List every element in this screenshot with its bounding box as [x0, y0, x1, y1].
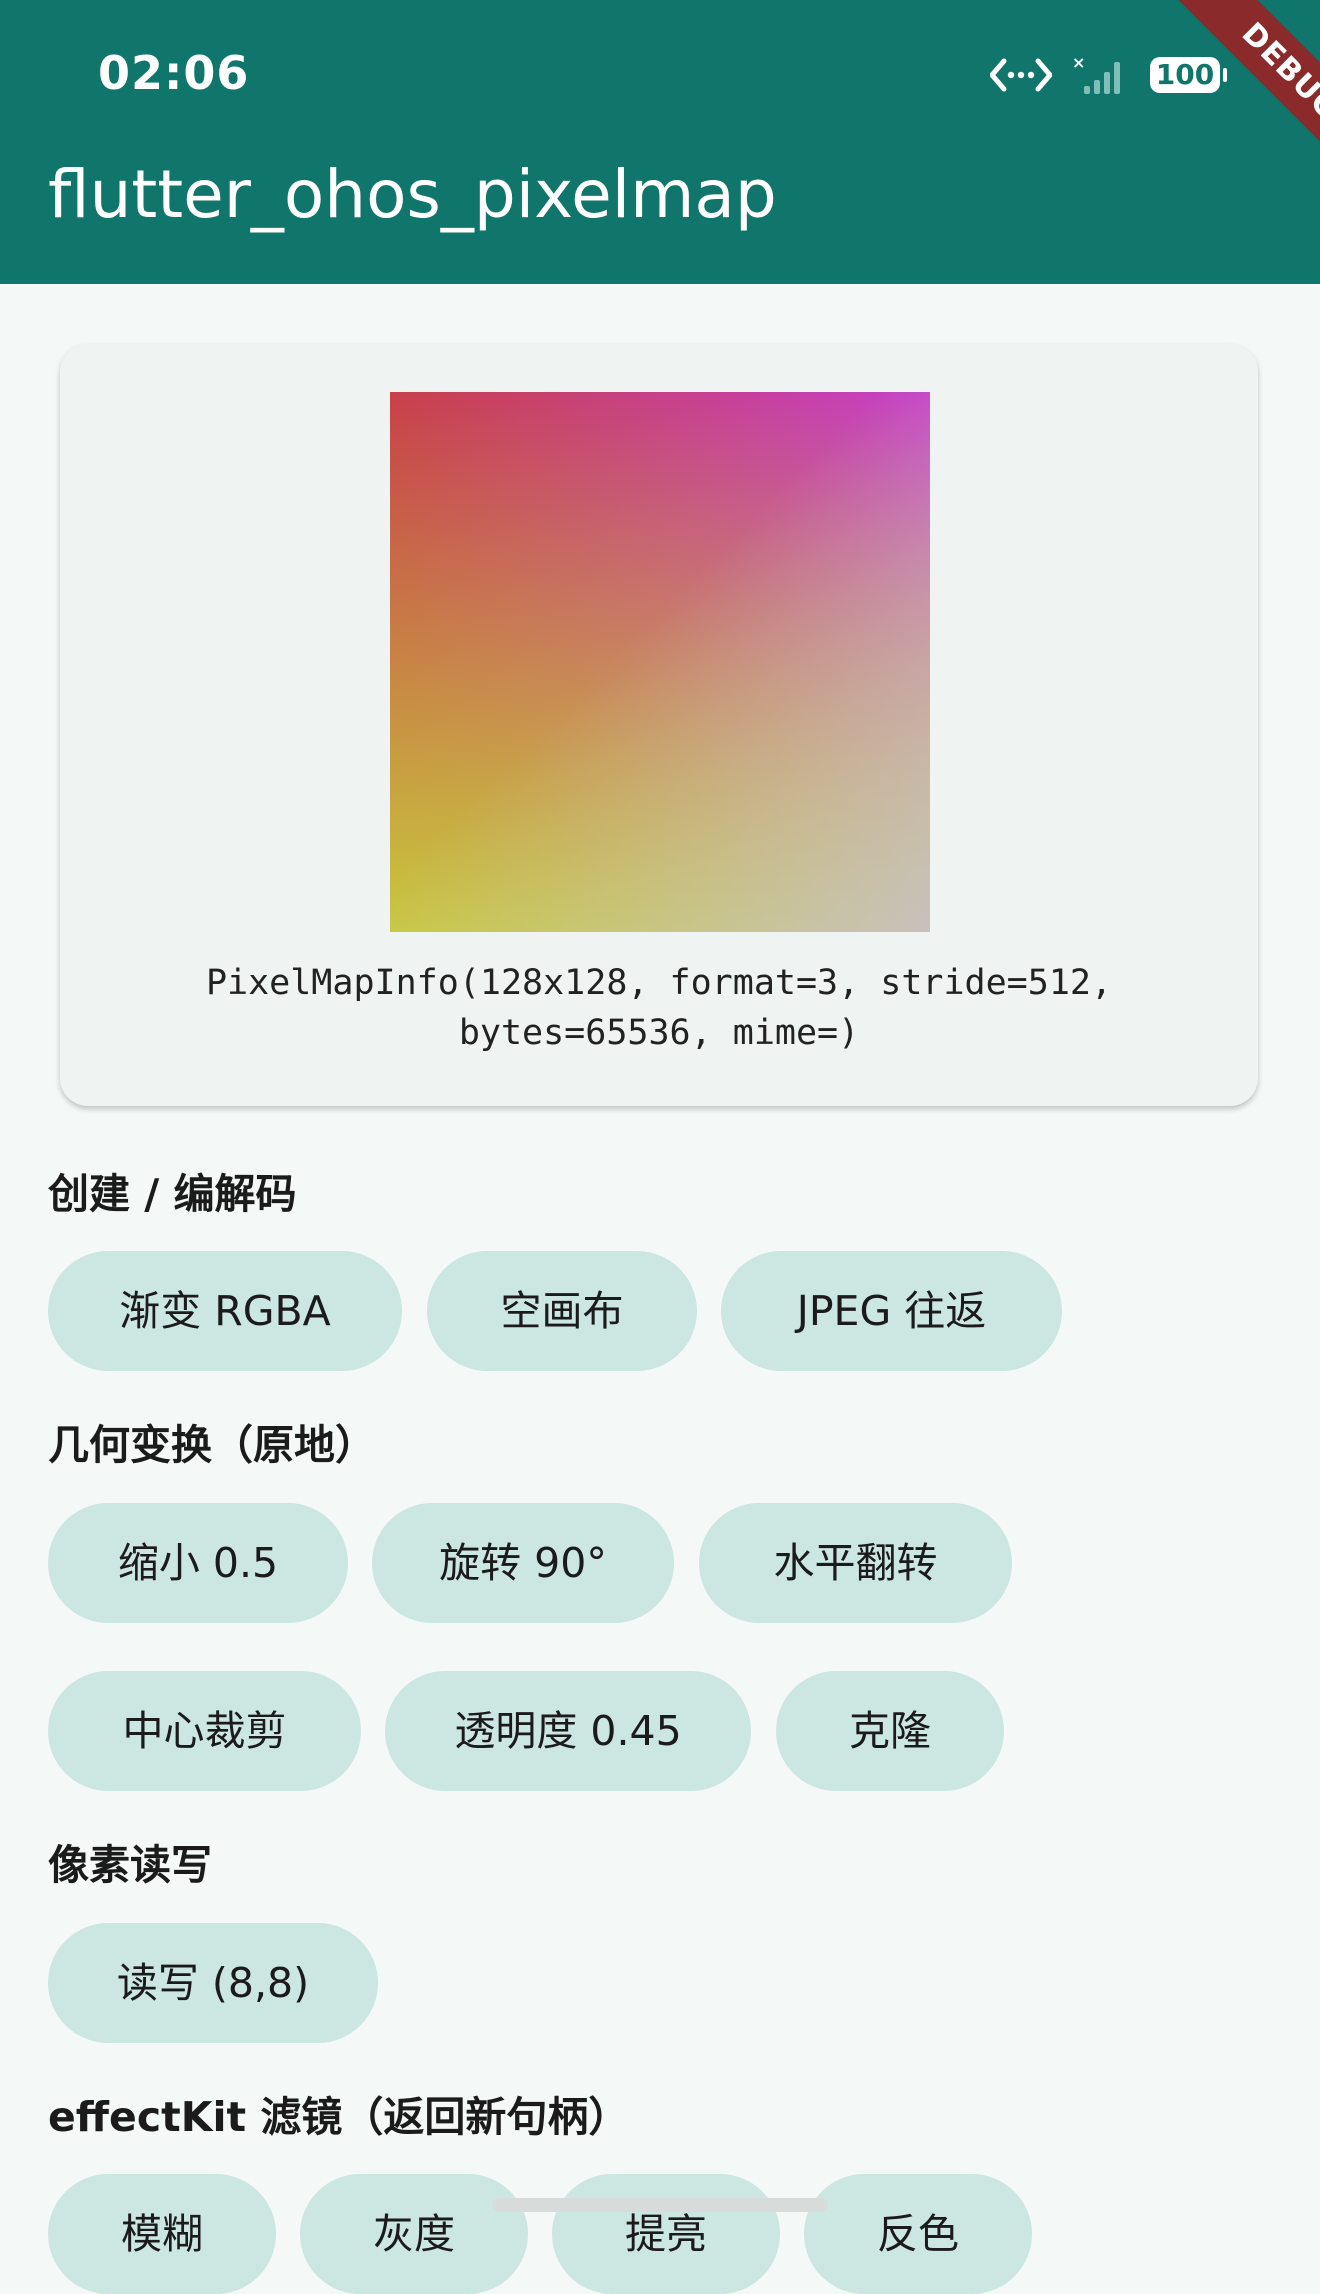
empty-canvas-button[interactable]: 空画布: [427, 1251, 697, 1371]
clone-button[interactable]: 克隆: [776, 1671, 1004, 1791]
brighten-label: 提亮: [625, 2210, 707, 2258]
svg-text:×: ×: [1072, 54, 1085, 72]
home-indicator[interactable]: [492, 2198, 828, 2212]
pixelmap-image: [390, 392, 930, 932]
center-crop-label: 中心裁剪: [122, 1707, 287, 1755]
empty-canvas-label: 空画布: [500, 1287, 624, 1335]
invert-button[interactable]: 反色: [804, 2174, 1032, 2294]
scale-down-button[interactable]: 缩小 0.5: [48, 1503, 348, 1623]
page-title: flutter_ohos_pixelmap: [48, 156, 777, 233]
section-title-transform: 几何变换（原地）: [48, 1421, 376, 1469]
pixelmap-info-line1: PixelMapInfo(128x128, format=3, stride=5…: [205, 963, 1113, 1003]
section-title-create: 创建 / 编解码: [48, 1170, 297, 1218]
brighten-button[interactable]: 提亮: [552, 2174, 780, 2294]
blur-button[interactable]: 模糊: [48, 2174, 276, 2294]
gradient-rgba-label: 渐变 RGBA: [119, 1287, 331, 1335]
data-transfer-icon: [990, 58, 1052, 92]
jpeg-roundtrip-label: JPEG 往返: [796, 1287, 987, 1335]
flip-horizontal-label: 水平翻转: [773, 1539, 938, 1587]
rotate-90-label: 旋转 90°: [439, 1539, 607, 1587]
status-icons: × 100: [990, 52, 1227, 98]
pixelmap-preview-card: PixelMapInfo(128x128, format=3, stride=5…: [60, 344, 1258, 1106]
blur-label: 模糊: [121, 2210, 203, 2258]
grayscale-label: 灰度: [373, 2210, 455, 2258]
section-title-pixels: 像素读写: [48, 1841, 212, 1889]
read-write-pixel-label: 读写 (8,8): [116, 1959, 310, 2007]
pixelmap-info: PixelMapInfo(128x128, format=3, stride=5…: [60, 958, 1258, 1058]
invert-label: 反色: [877, 2210, 959, 2258]
battery-icon: 100: [1150, 57, 1227, 93]
center-crop-button[interactable]: 中心裁剪: [48, 1671, 361, 1791]
section-title-effect: effectKit 滤镜（返回新句柄）: [48, 2093, 630, 2141]
scale-down-label: 缩小 0.5: [117, 1539, 279, 1587]
pixelmap-info-line2: bytes=65536, mime=): [458, 1013, 860, 1053]
grayscale-button[interactable]: 灰度: [300, 2174, 528, 2294]
read-write-pixel-button[interactable]: 读写 (8,8): [48, 1923, 378, 2043]
debug-banner: DEBUG: [1157, 0, 1320, 205]
flip-horizontal-button[interactable]: 水平翻转: [699, 1503, 1012, 1623]
clone-label: 克隆: [849, 1707, 931, 1755]
opacity-button[interactable]: 透明度 0.45: [385, 1671, 751, 1791]
signal-icon: ×: [1072, 54, 1120, 94]
app-bar: 02:06 × 100 DEBUG flutter_ohos_pixelmap: [0, 0, 1320, 284]
opacity-label: 透明度 0.45: [454, 1707, 682, 1755]
rotate-90-button[interactable]: 旋转 90°: [372, 1503, 674, 1623]
gradient-rgba-button[interactable]: 渐变 RGBA: [48, 1251, 402, 1371]
jpeg-roundtrip-button[interactable]: JPEG 往返: [721, 1251, 1062, 1371]
status-time: 02:06: [98, 46, 250, 100]
